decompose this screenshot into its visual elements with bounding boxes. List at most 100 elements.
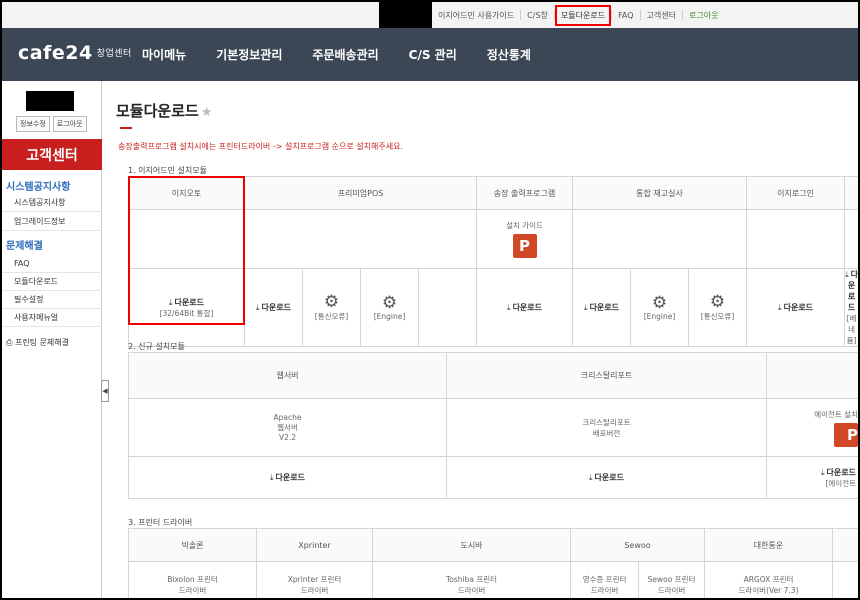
driver-receipt: 영수증 프린터 드라이버 (570, 561, 639, 598)
sidebar-item-module-download[interactable]: 모듈다운로드 (2, 273, 102, 291)
top-link-logout[interactable]: 로그아웃 (683, 10, 724, 21)
edit-info-button[interactable]: 정보수정 (16, 116, 50, 132)
header-invoice-program: 송장 출력프로그램 (476, 176, 574, 210)
logo[interactable]: cafe24 창업센터 (18, 42, 132, 64)
gear-icon[interactable]: ⚙ (362, 294, 418, 312)
gear-icon[interactable]: ⚙ (632, 294, 688, 312)
sidebar: 정보수정 로그아웃 고객센터 시스템공지사항 시스템공지사항 업그레이드정보 문… (2, 81, 102, 598)
redacted-block (379, 2, 432, 28)
comm-error-tag: [통신오류] (314, 312, 349, 321)
web-server-line-3: V2.2 (278, 433, 297, 442)
header-stock-check: 통합 재고실사 (572, 176, 748, 210)
pos-comm-error-cell: ⚙ [통신오류] (302, 268, 361, 347)
sidebar-item-user-manual[interactable]: 사용자메뉴얼 (2, 309, 102, 327)
sidebar-item-required-settings[interactable]: 필수설정 (2, 291, 102, 309)
new-modules-table: 웹서버 크리스탈리포트 Apache 웹서버 V2.2 크리스탈리포트 배포버전 에이… (128, 352, 858, 499)
sidebar-item-system-notice[interactable]: 시스템공지사항 (2, 194, 102, 212)
cell-empty (243, 209, 478, 269)
agent-label: 에이전트 설치 (814, 409, 858, 419)
agent-note: [에이전트 (825, 478, 856, 488)
powerpoint-icon[interactable]: P (834, 422, 858, 447)
redacted-user (26, 91, 74, 111)
engine-tag: [Engine] (373, 312, 406, 321)
top-link-module-download[interactable]: 모듈다운로드 (554, 4, 612, 26)
install-guide-cell: 설치 가이드 P (476, 209, 574, 269)
download-button[interactable]: 다운로드 (821, 468, 856, 477)
customer-center-title: 고객센터 (2, 139, 102, 170)
section-3-title: 3. 프린터 드라이버 (128, 518, 193, 527)
driver-line-1: 영수증 프린터 (582, 574, 627, 584)
cell-empty (832, 561, 858, 598)
download-button[interactable]: 다운로드 (507, 303, 542, 312)
logo-subtitle: 창업센터 (96, 49, 132, 59)
header-cj: 대한통운 (704, 528, 833, 562)
driver-line-1: Toshiba 프린터 (445, 574, 498, 584)
page-title-text: 모듈다운로드 (116, 102, 199, 120)
page-title: 모듈다운로드 ★ (116, 100, 212, 121)
cell-empty (746, 209, 846, 269)
top-utility-bar: 이지어드민 사용가이드 C/S창 모듈다운로드 FAQ 고객센터 로그아웃 (2, 2, 858, 28)
logo-text: cafe24 (18, 42, 93, 64)
top-link-customer-center[interactable]: 고객센터 (641, 10, 682, 21)
header-xprinter: Xprinter (256, 528, 373, 562)
crystal-download-cell: 다운로드 (446, 456, 767, 499)
driver-line-2: 드라이버 (178, 585, 207, 595)
top-link-faq[interactable]: FAQ (612, 11, 640, 20)
driver-line-2: 드라이버 (590, 585, 619, 595)
cell-empty (572, 209, 748, 269)
menu-settlement[interactable]: 정산통계 (487, 46, 531, 63)
driver-line-1: ARGOX 프린터 (743, 574, 794, 584)
stock-download-cell: 다운로드 (572, 268, 632, 347)
driver-line-1: Sewoo 프린터 (647, 574, 696, 584)
driver-bixolon: Bixolon 프린터 드라이버 (128, 561, 257, 598)
menu-cs[interactable]: C/S 관리 (409, 46, 457, 63)
sidebar-section-notice[interactable]: 시스템공지사항 (6, 178, 70, 193)
login-download-cell: 다운로드 (746, 268, 846, 347)
engine-tag: [Engine] (643, 312, 676, 321)
download-button[interactable]: 다운로드 (270, 473, 305, 482)
highlight-ezauto (128, 176, 245, 325)
menu-basic-info[interactable]: 기본정보관리 (216, 46, 282, 63)
top-link-cs[interactable]: C/S창 (521, 10, 554, 21)
driver-sewoo: Sewoo 프린터 드라이버 (638, 561, 705, 598)
web-server-line-1: Apache (273, 413, 302, 422)
sidebar-section-troubleshoot[interactable]: 문제해결 (6, 237, 43, 252)
stock-engine-cell: ⚙ [Engine] (630, 268, 690, 347)
sidebar-item-faq[interactable]: FAQ (2, 255, 102, 273)
beta-download-cell: 다운로드 [베네퓸] (844, 268, 858, 347)
printer-troubleshoot-label: 프린팅 문제해결 (14, 338, 70, 347)
download-button[interactable]: 다운로드 (256, 303, 291, 312)
title-underline (120, 127, 132, 129)
gear-icon[interactable]: ⚙ (690, 293, 746, 311)
sidebar-collapse-handle[interactable]: ◀ (101, 380, 109, 402)
menu-my-menu[interactable]: 마이메뉴 (142, 46, 186, 63)
web-download-cell: 다운로드 (128, 456, 447, 499)
install-guide-label: 설치 가이드 (506, 221, 543, 230)
pos-download-cell: 다운로드 (244, 268, 303, 347)
driver-line-2: 드라이버 (300, 585, 329, 595)
star-icon[interactable]: ★ (201, 105, 213, 120)
page: 이지어드민 사용가이드 C/S창 모듈다운로드 FAQ 고객센터 로그아웃 ca… (2, 2, 858, 598)
header-crystal-report: 크리스탈리포트 (446, 352, 767, 399)
sidebar-item-upgrade-info[interactable]: 업그레이드정보 (2, 213, 102, 231)
download-button[interactable]: 다운로드 (589, 473, 624, 482)
printer-icon: ⎙ (6, 338, 15, 347)
download-button[interactable]: 다운로드 (846, 270, 858, 312)
download-button[interactable]: 다운로드 (778, 303, 813, 312)
main-content: 모듈다운로드 ★ 송장출력프로그램 설치시에는 프린터드라이버 -> 설치프로그램… (116, 81, 858, 598)
header-web-server: 웹서버 (128, 352, 447, 399)
powerpoint-icon[interactable]: P (512, 234, 537, 258)
gear-icon[interactable]: ⚙ (304, 293, 360, 311)
menu-order-shipping[interactable]: 주문배송관리 (312, 46, 378, 63)
printer-troubleshoot-link[interactable]: ⎙ 프린팅 문제해결 (6, 337, 69, 348)
top-link-guide[interactable]: 이지어드민 사용가이드 (432, 10, 520, 21)
sidebar-logout-button[interactable]: 로그아웃 (52, 116, 87, 132)
web-server-info: Apache 웹서버 V2.2 (128, 398, 447, 457)
header-empty (832, 528, 858, 562)
driver-line-2: 드라이버 (657, 585, 686, 595)
stock-comm-error-cell: ⚙ [통신오류] (688, 268, 748, 347)
cell-empty (417, 268, 478, 347)
download-button[interactable]: 다운로드 (584, 303, 619, 312)
printer-drivers-table: 빅솔론 Xprinter 도시바 Sewoo 대한통운 Bixolon 프린터 드… (128, 528, 858, 598)
beta-tag: [베네퓸] (846, 314, 857, 345)
